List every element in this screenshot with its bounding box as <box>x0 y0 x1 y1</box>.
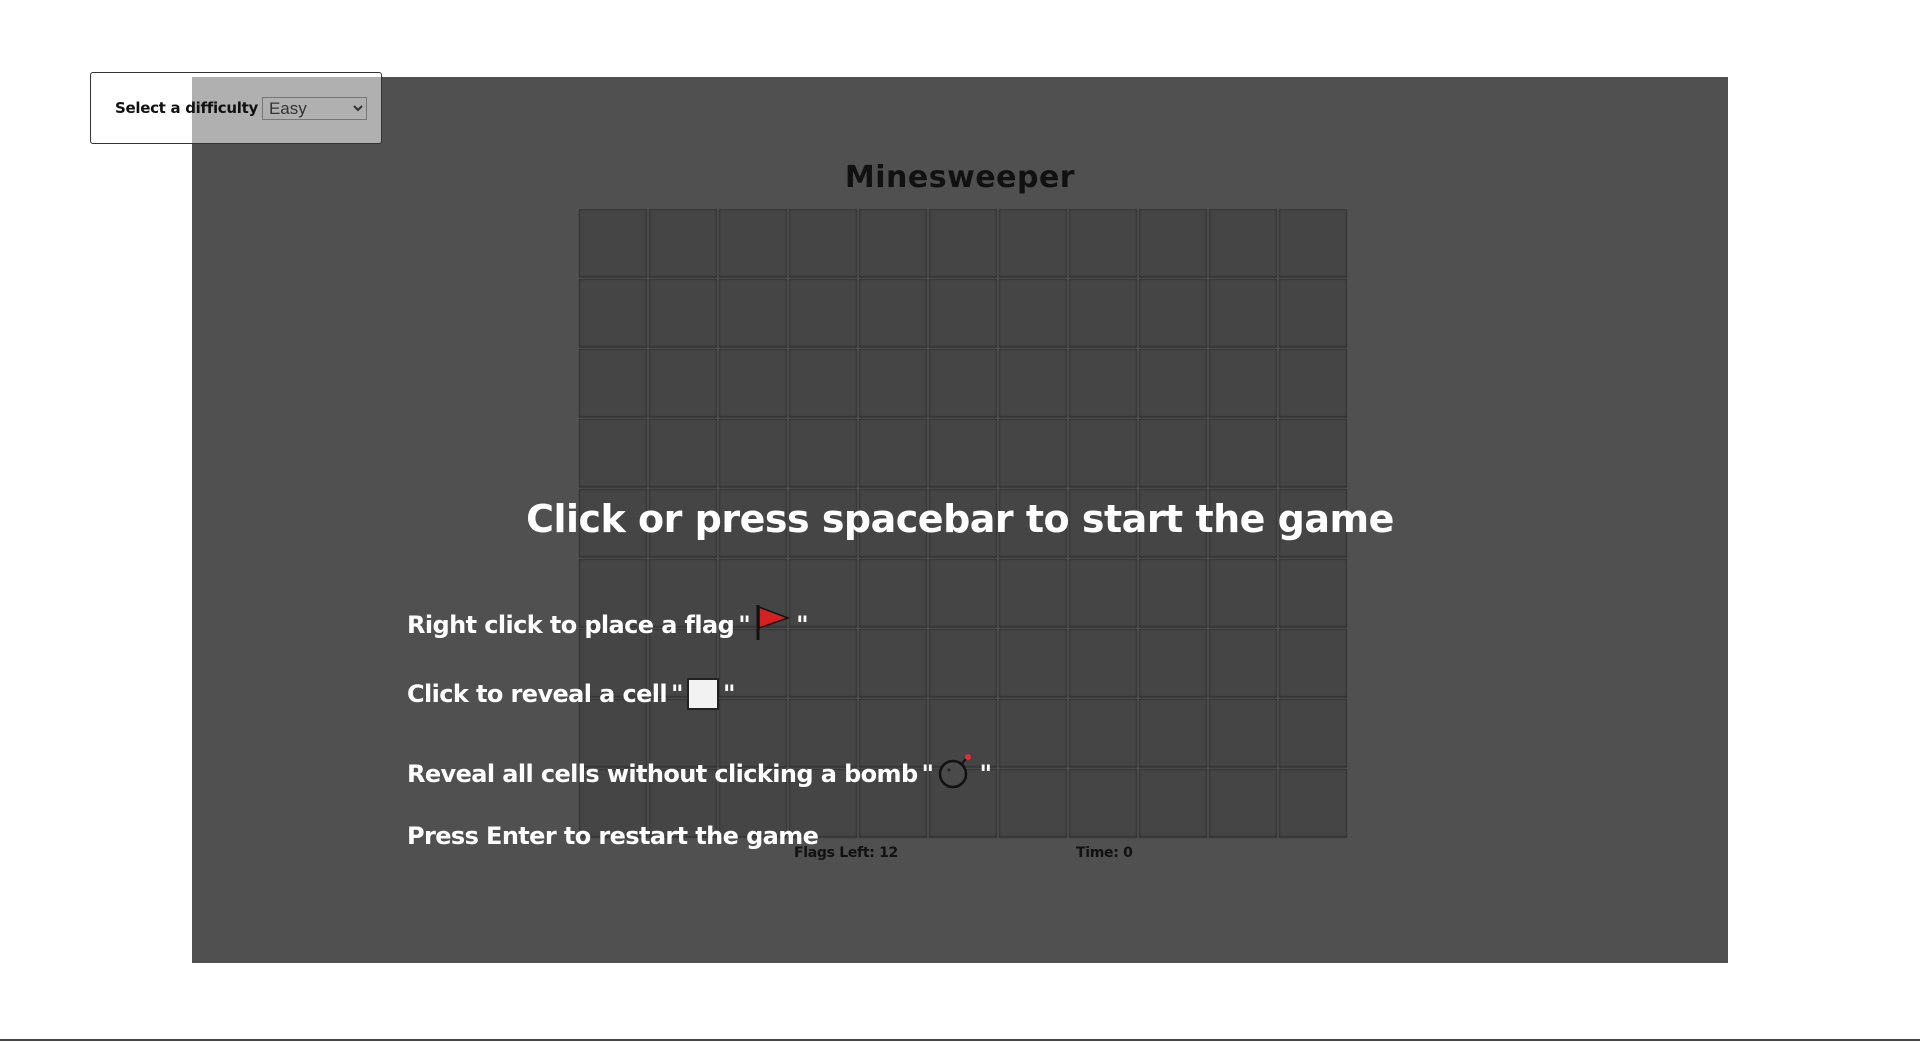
board-cell[interactable] <box>1069 419 1137 487</box>
board-cell[interactable] <box>1279 769 1347 837</box>
board-cell[interactable] <box>999 419 1067 487</box>
bottom-divider <box>0 1039 1920 1041</box>
board-cell[interactable] <box>929 419 997 487</box>
board-cell[interactable] <box>999 769 1067 837</box>
board-cell[interactable] <box>1279 419 1347 487</box>
board-cell[interactable] <box>1069 769 1137 837</box>
board-cell[interactable] <box>1139 349 1207 417</box>
board-cell[interactable] <box>1279 279 1347 347</box>
board-cell[interactable] <box>579 209 647 277</box>
cell-icon <box>686 678 719 710</box>
board-cell[interactable] <box>1209 769 1277 837</box>
board-cell[interactable] <box>1209 279 1277 347</box>
board-cell[interactable] <box>579 279 647 347</box>
board-cell[interactable] <box>929 279 997 347</box>
board-cell[interactable] <box>579 349 647 417</box>
quote-mark: " <box>921 760 935 788</box>
instruction-reveal: Click to reveal a cell " " <box>407 678 739 710</box>
board-cell[interactable] <box>719 349 787 417</box>
board-cell[interactable] <box>1279 209 1347 277</box>
board-cell[interactable] <box>719 419 787 487</box>
difficulty-panel: Select a difficulty Easy <box>90 72 382 144</box>
board-cell[interactable] <box>859 279 927 347</box>
quote-mark: " <box>671 680 684 708</box>
board-cell[interactable] <box>649 349 717 417</box>
board-cell[interactable] <box>1279 559 1347 627</box>
page: Select a difficulty Easy Minesweeper Cli… <box>0 0 1920 1042</box>
board-cell[interactable] <box>1069 559 1137 627</box>
board-cell[interactable] <box>649 279 717 347</box>
board-cell[interactable] <box>1209 629 1277 697</box>
difficulty-select[interactable]: Easy <box>261 96 367 120</box>
board-cell[interactable] <box>1069 629 1137 697</box>
board-cell[interactable] <box>1139 209 1207 277</box>
board-cell[interactable] <box>1139 279 1207 347</box>
board-cell[interactable] <box>1279 629 1347 697</box>
board-cell[interactable] <box>1209 349 1277 417</box>
board-cell[interactable] <box>1279 349 1347 417</box>
board-cell[interactable] <box>999 349 1067 417</box>
instruction-reveal-text: Click to reveal a cell <box>407 680 668 708</box>
board-cell[interactable] <box>1139 629 1207 697</box>
board-cell[interactable] <box>1069 209 1137 277</box>
timer: Time: 0 <box>1076 845 1133 861</box>
board-cell[interactable] <box>1139 419 1207 487</box>
board-cell[interactable] <box>1209 209 1277 277</box>
board-cell[interactable] <box>1069 279 1137 347</box>
board-cell[interactable] <box>999 699 1067 767</box>
instruction-goal: Reveal all cells without clicking a bomb… <box>407 753 995 795</box>
board-cell[interactable] <box>999 279 1067 347</box>
board-cell[interactable] <box>999 629 1067 697</box>
board-cell[interactable] <box>719 209 787 277</box>
flag-icon <box>754 603 792 647</box>
board-cell[interactable] <box>929 349 997 417</box>
board-cell[interactable] <box>789 419 857 487</box>
instruction-flag: Right click to place a flag " " <box>407 603 812 647</box>
board-cell[interactable] <box>789 349 857 417</box>
board-cell[interactable] <box>859 209 927 277</box>
board-cell[interactable] <box>1069 349 1137 417</box>
quote-mark: " <box>738 611 751 639</box>
board-cell[interactable] <box>1209 699 1277 767</box>
board-cell[interactable] <box>1069 699 1137 767</box>
board-cell[interactable] <box>1279 699 1347 767</box>
bomb-icon <box>937 753 975 795</box>
board-cell[interactable] <box>859 629 927 697</box>
board-cell[interactable] <box>1139 769 1207 837</box>
difficulty-label: Select a difficulty <box>115 99 258 117</box>
board-cell[interactable] <box>929 629 997 697</box>
board-cell[interactable] <box>859 349 927 417</box>
board-cell[interactable] <box>1139 699 1207 767</box>
start-message: Click or press spacebar to start the gam… <box>526 497 1394 541</box>
quote-mark: " <box>722 680 736 708</box>
board-cell[interactable] <box>1209 419 1277 487</box>
board-cell[interactable] <box>1139 559 1207 627</box>
board-cell[interactable] <box>999 209 1067 277</box>
board-cell[interactable] <box>649 419 717 487</box>
board-cell[interactable] <box>859 559 927 627</box>
board-cell[interactable] <box>859 419 927 487</box>
board-cell[interactable] <box>929 209 997 277</box>
game-title: Minesweeper <box>844 160 1076 195</box>
instruction-restart-text: Press Enter to restart the game <box>407 822 819 850</box>
instruction-flag-text: Right click to place a flag <box>407 611 735 639</box>
board-cell[interactable] <box>789 209 857 277</box>
board-cell[interactable] <box>929 559 997 627</box>
board-cell[interactable] <box>649 209 717 277</box>
instruction-restart: Press Enter to restart the game <box>407 822 819 850</box>
instruction-goal-text: Reveal all cells without clicking a bomb <box>407 760 918 788</box>
quote-mark: " <box>979 760 992 788</box>
board-cell[interactable] <box>579 419 647 487</box>
quote-mark: " <box>796 611 809 639</box>
board-cell[interactable] <box>1209 559 1277 627</box>
board-cell[interactable] <box>789 279 857 347</box>
board-cell[interactable] <box>719 279 787 347</box>
board-cell[interactable] <box>999 559 1067 627</box>
